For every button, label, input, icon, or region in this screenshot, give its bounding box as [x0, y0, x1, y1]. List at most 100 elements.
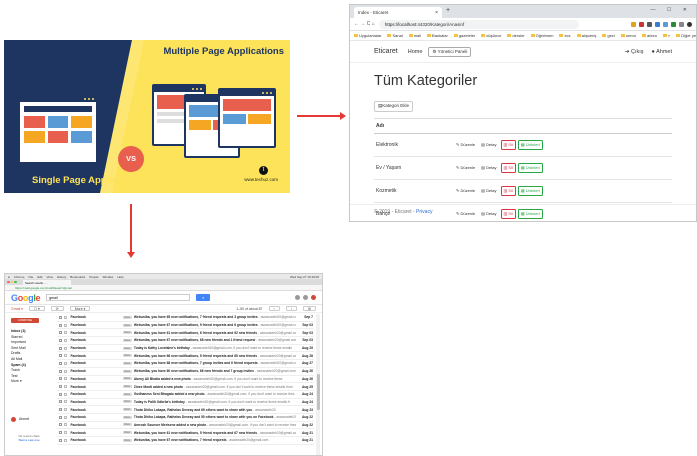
row-checkbox[interactable]	[59, 385, 62, 389]
new-tab-button[interactable]: +	[446, 7, 450, 14]
add-category-button[interactable]: ▤Kategori Ekle	[374, 100, 414, 112]
delete-button[interactable]: ▥ Sil	[500, 139, 516, 150]
row-checkbox[interactable]	[59, 423, 62, 427]
start-chat-link[interactable]: Start a new one	[11, 438, 47, 442]
star-icon[interactable]	[63, 323, 67, 327]
bookmark-item[interactable]: mail	[408, 33, 421, 38]
compose-button[interactable]: COMPOSE	[11, 318, 39, 323]
row-checkbox[interactable]	[59, 315, 62, 319]
products-button[interactable]: ▦ Ürünleri	[517, 162, 543, 173]
gmail-label[interactable]: Gmail ▾	[11, 307, 23, 311]
bookmark-item[interactable]: dersler	[507, 33, 525, 38]
gmail-search-input[interactable]: gmail	[46, 294, 191, 301]
mac-menu-item[interactable]: File	[28, 275, 33, 279]
address-bar[interactable]: https://localhost:44320/Kategori/Anasinf	[378, 19, 579, 29]
email-row[interactable]: Facebook Inbox Webuniba, you have 67 new n…	[57, 437, 314, 445]
bookmark-item[interactable]: Sanal	[387, 33, 403, 38]
bookmark-item[interactable]: ecz	[559, 33, 571, 38]
mac-menu-item[interactable]: History	[57, 275, 66, 279]
email-row[interactable]: Facebook Inbox Webuniba, you have 66 new n…	[57, 352, 314, 361]
bookmark-item[interactable]: oreon	[620, 33, 636, 38]
bookmark-item[interactable]: gezi	[602, 33, 615, 38]
star-icon[interactable]	[63, 377, 67, 381]
email-row[interactable]: Facebook Inbox Today is Kathy Lovelaine's …	[57, 345, 314, 353]
row-checkbox[interactable]	[59, 431, 62, 435]
star-icon[interactable]	[63, 415, 67, 419]
email-row[interactable]: Facebook Inbox Zinee Monti added a new pho…	[57, 383, 314, 391]
email-row[interactable]: Facebook Inbox Abeny Ali Bhatia added a ne…	[57, 376, 314, 384]
email-row[interactable]: Facebook Inbox Amrosh Ssunser Merisene add…	[57, 422, 314, 430]
delete-button[interactable]: ▥ Sil	[500, 162, 516, 173]
nav-buttons[interactable]: ← → C ⌂	[354, 21, 375, 27]
email-row[interactable]: Facebook Inbox Today is Pallit Odbrlia's b…	[57, 399, 314, 407]
row-checkbox[interactable]	[59, 400, 62, 404]
star-icon[interactable]	[63, 438, 67, 442]
scrollbar[interactable]	[316, 314, 320, 455]
mac-menu-item[interactable]: Window	[103, 275, 114, 279]
mac-menu-item[interactable]: People	[89, 275, 98, 279]
user-link[interactable]: ● Ahmet	[652, 49, 672, 55]
navbar-brand[interactable]: Eticaret	[374, 48, 398, 55]
star-icon[interactable]	[63, 361, 67, 365]
row-checkbox[interactable]	[59, 377, 62, 381]
edit-button[interactable]: ✎ Düzenle	[454, 141, 477, 149]
admin-panel-button[interactable]: ⚙ Yönetici Paneli	[428, 46, 472, 57]
row-checkbox[interactable]	[59, 361, 62, 365]
bookmark-item[interactable]: »	[662, 33, 670, 38]
email-row[interactable]: Facebook Inbox Webuniba, you have 67 new n…	[57, 337, 314, 345]
edit-button[interactable]: ✎ Düzenle	[454, 210, 477, 218]
bookmark-item[interactable]: Diğer yer işaretleri	[676, 33, 696, 38]
row-checkbox[interactable]	[59, 354, 62, 358]
detail-button[interactable]: ▤ Detay	[479, 141, 498, 149]
sidebar-item[interactable]: More ▾	[11, 379, 47, 385]
privacy-link[interactable]: Privacy	[416, 209, 432, 215]
window-controls[interactable]: — ☐ ✕	[651, 7, 692, 13]
email-row[interactable]: Facebook Inbox Webuniba, you have 60 new n…	[57, 368, 314, 376]
detail-button[interactable]: ▤ Detay	[479, 187, 498, 195]
prev-page-button[interactable]: ‹	[268, 306, 280, 311]
delete-button[interactable]: ▥ Sil	[500, 185, 516, 196]
row-checkbox[interactable]	[59, 369, 62, 373]
mac-menu-item[interactable]: Chrome	[14, 275, 25, 279]
star-icon[interactable]	[63, 385, 67, 389]
mac-menu-item[interactable]: Help	[117, 275, 123, 279]
star-icon[interactable]	[63, 400, 67, 404]
star-icon[interactable]	[63, 431, 67, 435]
nav-home-link[interactable]: Home	[408, 49, 423, 55]
bookmark-item[interactable]: arkeo	[641, 33, 657, 38]
bookmark-item[interactable]: Bankalar	[427, 33, 448, 38]
refresh-button[interactable]: ⟳	[50, 306, 64, 311]
select-checkbox-button[interactable]: ☐ ▾	[28, 306, 45, 311]
star-icon[interactable]	[63, 423, 67, 427]
email-row[interactable]: Facebook Inbox Thota Dhiho Lakapa, Rathela…	[57, 406, 314, 414]
star-icon[interactable]	[63, 369, 67, 373]
edit-button[interactable]: ✎ Düzenle	[454, 187, 477, 195]
apps-icon[interactable]	[295, 295, 300, 300]
search-button[interactable]: ⌕	[196, 294, 211, 301]
row-checkbox[interactable]	[59, 415, 62, 419]
tab-close-icon[interactable]: ×	[435, 10, 438, 16]
settings-gear-icon[interactable]: ⚙	[302, 306, 316, 311]
row-checkbox[interactable]	[59, 346, 62, 350]
email-row[interactable]: Facebook Inbox Webuniba, you have 65 new n…	[57, 314, 314, 322]
star-icon[interactable]	[63, 338, 67, 342]
bookmark-item[interactable]: düşünce	[481, 33, 501, 38]
mac-menu-item[interactable]: Edit	[37, 275, 42, 279]
bookmark-item[interactable]: Öğretmen	[530, 33, 553, 38]
email-row[interactable]: Facebook Inbox Webuniba, you have 61 new n…	[57, 329, 314, 338]
delete-button[interactable]: ▥ Sil	[500, 208, 516, 219]
detail-button[interactable]: ▤ Detay	[479, 164, 498, 172]
star-icon[interactable]	[63, 354, 67, 358]
notifications-icon[interactable]	[303, 295, 308, 300]
email-row[interactable]: Facebook Inbox Webuniba, you have 67 new n…	[57, 322, 314, 330]
mac-menu-item[interactable]: View	[47, 275, 53, 279]
star-icon[interactable]	[63, 346, 67, 350]
tab-eticaret[interactable]: Index - Eticaret ×	[354, 7, 442, 18]
detail-button[interactable]: ▤ Detay	[479, 210, 498, 218]
bookmark-item[interactable]: alışveriş	[576, 33, 596, 38]
more-button[interactable]: More ▾	[69, 306, 91, 311]
row-checkbox[interactable]	[59, 392, 62, 396]
row-checkbox[interactable]	[59, 331, 62, 335]
star-icon[interactable]	[63, 392, 67, 396]
row-checkbox[interactable]	[59, 338, 62, 342]
